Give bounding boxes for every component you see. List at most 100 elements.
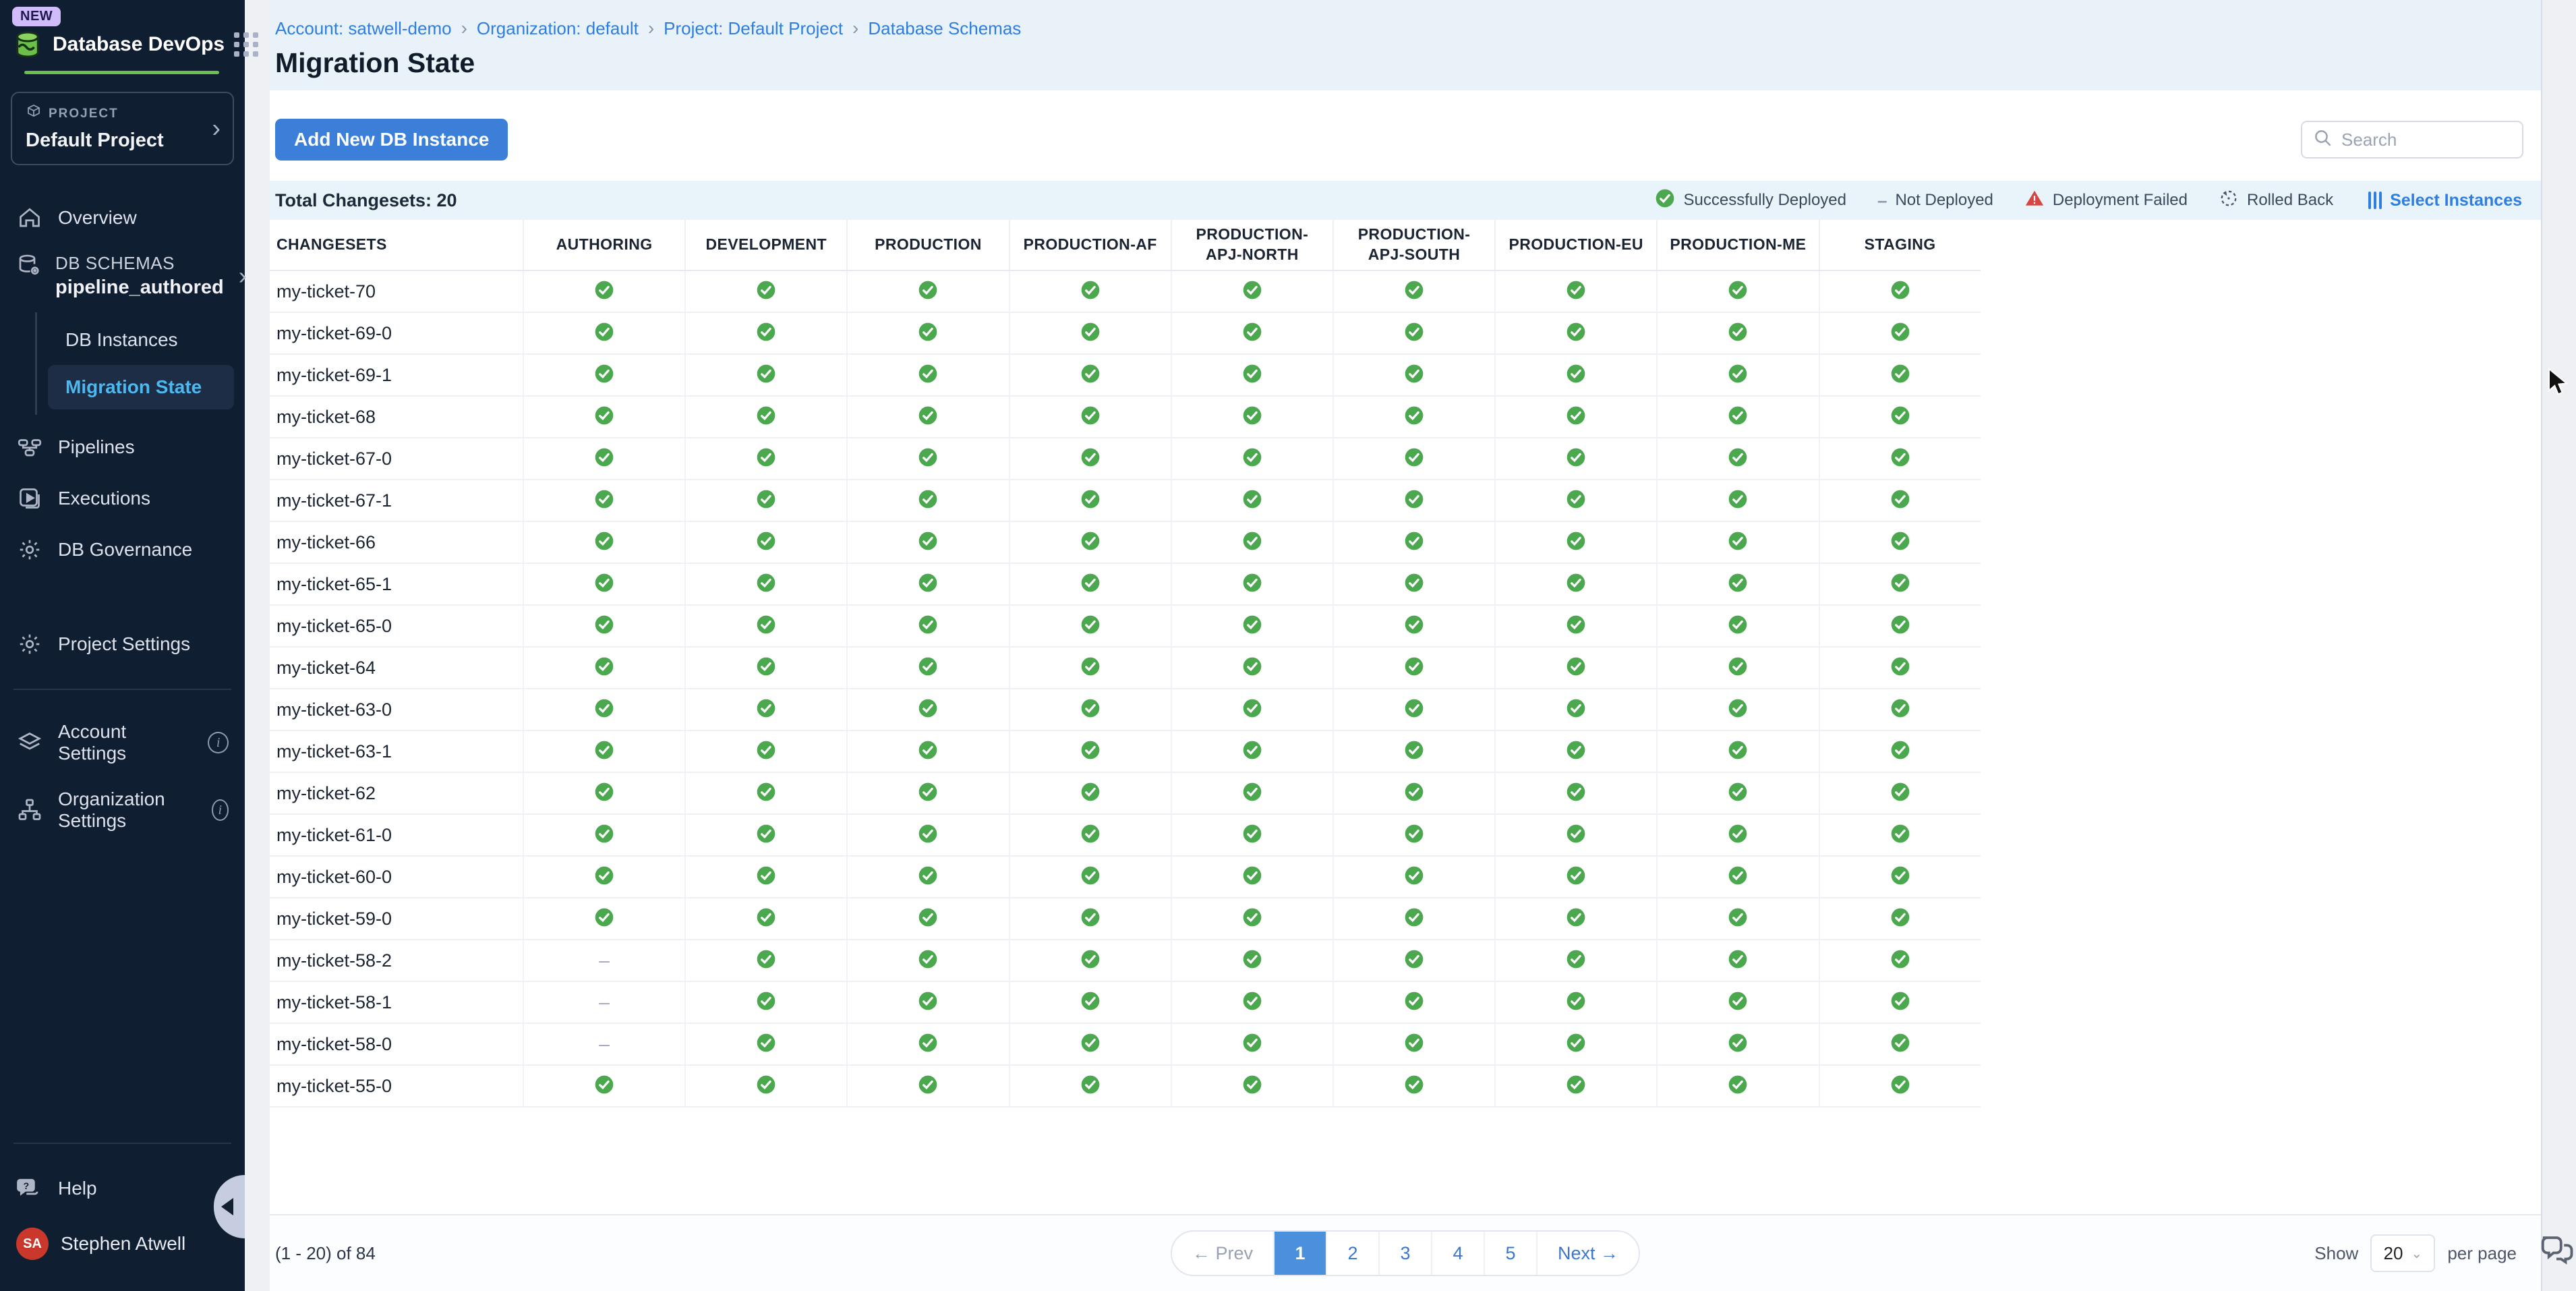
deployed-check-icon — [1565, 363, 1587, 388]
pagination-next-button[interactable]: Next → — [1536, 1232, 1639, 1275]
warning-icon — [2024, 188, 2045, 213]
feedback-chat-icon[interactable] — [2538, 1232, 2575, 1268]
deployed-check-icon — [917, 823, 939, 848]
deployed-check-icon — [1727, 572, 1749, 597]
deployed-check-icon — [755, 907, 777, 931]
breadcrumb-link-2[interactable]: Project: Default Project — [664, 18, 843, 39]
breadcrumb-link-3[interactable]: Database Schemas — [868, 18, 1021, 39]
status-cell — [1819, 1066, 1981, 1106]
status-cell — [1333, 1066, 1494, 1106]
sidebar-item-organization-settings[interactable]: Organization Settingsi — [0, 776, 245, 844]
main-content: Account: satwell-demo›Organization: defa… — [270, 0, 2542, 1291]
deployed-check-icon — [1241, 1074, 1263, 1099]
status-cell — [1171, 773, 1333, 813]
sidebar-item-overview[interactable]: Overview — [0, 192, 245, 243]
status-cell — [1171, 689, 1333, 730]
status-cell — [1009, 898, 1171, 939]
table-row: my-ticket-59-0 — [270, 898, 1981, 940]
deployed-check-icon — [1565, 1074, 1587, 1099]
new-badge: NEW — [12, 7, 61, 26]
cube-icon — [26, 104, 42, 124]
sidebar-item-project-settings[interactable]: Project Settings — [0, 619, 245, 670]
pagination-prev-button[interactable]: ← Prev — [1172, 1232, 1273, 1275]
select-instances-button[interactable]: Select Instances — [2368, 191, 2522, 210]
breadcrumb: Account: satwell-demo›Organization: defa… — [275, 18, 2521, 39]
deployed-check-icon — [917, 488, 939, 513]
apps-grid-icon[interactable] — [234, 32, 258, 57]
deployed-check-icon — [1403, 405, 1425, 430]
sidebar-item-pipelines[interactable]: Pipelines — [0, 422, 245, 473]
deployed-check-icon — [593, 488, 615, 513]
pagination-page-3[interactable]: 3 — [1378, 1232, 1431, 1275]
table-row: my-ticket-62 — [270, 773, 1981, 815]
sidebar-item-db-governance[interactable]: DB Governance — [0, 524, 245, 575]
changeset-name: my-ticket-68 — [270, 397, 523, 437]
sidebar-item-executions[interactable]: Executions — [0, 473, 245, 524]
deployed-check-icon — [1727, 739, 1749, 764]
changeset-name: my-ticket-66 — [270, 522, 523, 563]
pagination-page-5[interactable]: 5 — [1484, 1232, 1536, 1275]
column-header-production-apj-north: PRODUCTION-APJ-NORTH — [1171, 220, 1333, 270]
columns-filter-icon — [2368, 192, 2382, 209]
changeset-name: my-ticket-67-0 — [270, 438, 523, 479]
status-cell — [1819, 1024, 1981, 1064]
deployed-check-icon — [1890, 948, 1911, 973]
deployed-check-icon — [1403, 279, 1425, 304]
deployed-check-icon — [917, 321, 939, 346]
project-selector[interactable]: PROJECT Default Project › — [11, 92, 234, 165]
sidebar-item-db-schemas[interactable]: DB SCHEMAS pipeline_authored › — [0, 243, 245, 308]
project-name: Default Project — [26, 130, 219, 152]
org-icon — [16, 797, 43, 824]
status-cell — [1494, 271, 1656, 312]
status-cell — [1494, 564, 1656, 604]
status-cell — [523, 648, 684, 688]
status-cell — [1171, 522, 1333, 563]
sidebar-item-migration-state[interactable]: Migration State — [48, 365, 234, 409]
status-cell — [1819, 522, 1981, 563]
breadcrumb-link-1[interactable]: Organization: default — [477, 18, 639, 39]
search-input[interactable] — [2341, 130, 2511, 150]
page-size-select[interactable]: 20⌄ — [2370, 1234, 2435, 1272]
breadcrumb-link-0[interactable]: Account: satwell-demo — [275, 18, 452, 39]
status-cell — [1171, 606, 1333, 646]
status-cell — [1009, 1024, 1171, 1064]
pagination-page-1[interactable]: 1 — [1273, 1232, 1326, 1275]
sidebar-item-account-settings[interactable]: Account Settingsi — [0, 709, 245, 776]
deployed-check-icon — [1890, 1074, 1911, 1099]
add-db-instance-button[interactable]: Add New DB Instance — [275, 119, 508, 161]
search-box[interactable] — [2301, 121, 2523, 159]
status-cell — [1333, 438, 1494, 479]
home-icon — [16, 204, 43, 231]
layers-icon — [16, 729, 43, 756]
deployed-check-icon — [1080, 865, 1101, 890]
deployed-check-icon — [755, 948, 777, 973]
status-cell — [1171, 564, 1333, 604]
deployed-check-icon — [755, 321, 777, 346]
status-cell — [1494, 815, 1656, 855]
deployed-check-icon — [1403, 614, 1425, 639]
status-cell — [523, 898, 684, 939]
deployed-check-icon — [1241, 488, 1263, 513]
app-title: Database DevOps — [53, 33, 225, 56]
deployed-check-icon — [1241, 405, 1263, 430]
status-cell — [1333, 522, 1494, 563]
status-cell — [1009, 271, 1171, 312]
status-cell — [684, 1024, 846, 1064]
status-cell — [846, 731, 1008, 772]
pagination-page-4[interactable]: 4 — [1431, 1232, 1484, 1275]
sidebar-item-db-instances[interactable]: DB Instances — [48, 318, 234, 362]
deployed-check-icon — [917, 656, 939, 681]
status-cell — [1494, 773, 1656, 813]
status-cell — [846, 313, 1008, 353]
status-cell — [1494, 1066, 1656, 1106]
user-menu[interactable]: SA Stephen Atwell — [0, 1214, 245, 1273]
pagination-page-2[interactable]: 2 — [1326, 1232, 1378, 1275]
deployed-check-icon — [1890, 279, 1911, 304]
status-cell — [1171, 898, 1333, 939]
sidebar-item-help[interactable]: ? Help — [0, 1163, 245, 1214]
deployed-check-icon — [1727, 1032, 1749, 1057]
migration-state-table: CHANGESETSAUTHORINGDEVELOPMENTPRODUCTION… — [270, 220, 1981, 1108]
status-cell — [1009, 480, 1171, 521]
status-cell — [846, 1066, 1008, 1106]
status-cell — [523, 1066, 684, 1106]
